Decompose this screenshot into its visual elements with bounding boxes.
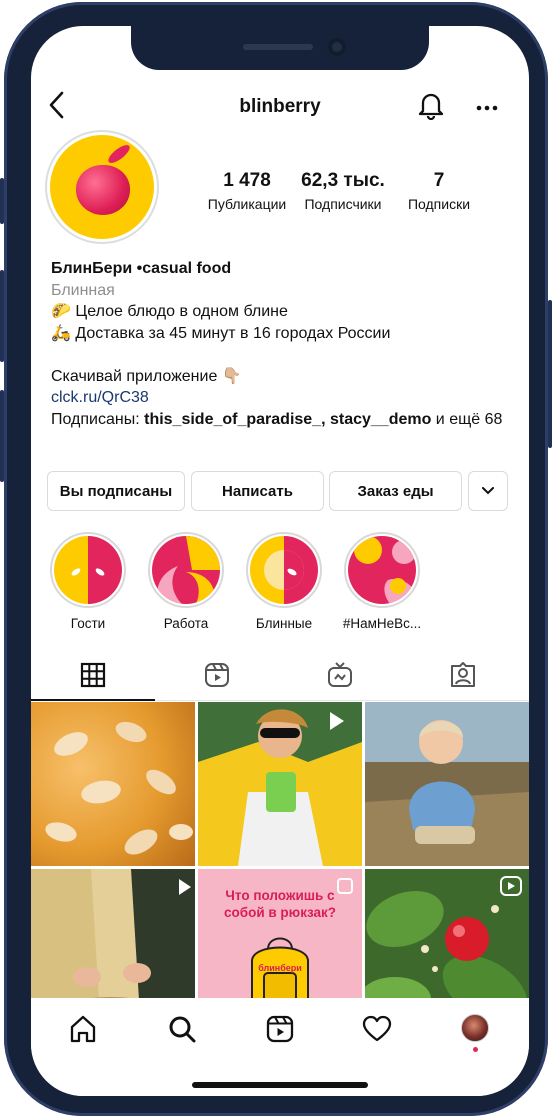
display-name: БлинБери •casual food [51, 260, 232, 277]
profile-header: blinberry [31, 86, 529, 126]
mute-switch [0, 178, 4, 224]
stat-label: Публикации [207, 196, 287, 212]
bio-line: 🌮 Целое блюдо в одном блине [51, 303, 288, 320]
order-food-button[interactable]: Заказ еды [329, 471, 462, 511]
followed-by-prefix: Подписаны: [51, 410, 145, 428]
highlight-ring [246, 532, 322, 608]
stat-posts[interactable]: 1 478 Публикации [201, 170, 293, 212]
stat-followers[interactable]: 62,3 тыс. Подписчики [293, 170, 393, 212]
bio-line: 🛵 Доставка за 45 минут в 16 городах Росс… [51, 324, 391, 342]
highlight-guests[interactable]: Гости [45, 532, 131, 631]
highlight-pancake-shops[interactable]: Блинные [241, 532, 327, 631]
stat-label: Подписчики [304, 196, 382, 212]
reels-nav-icon[interactable] [265, 1014, 295, 1044]
tagged-icon[interactable] [449, 661, 477, 689]
category: Блинная [51, 281, 115, 299]
stat-label: Подписки [407, 196, 471, 212]
phone-screen: blinberry 1 478 Публикации 62,3 тыс. Под… [31, 26, 529, 1096]
post-image [198, 702, 362, 866]
phone-frame: blinberry 1 478 Публикации 62,3 тыс. Под… [0, 2, 552, 1116]
post-tile[interactable] [31, 702, 195, 866]
highlight-work[interactable]: Работа [143, 532, 229, 631]
reels-icon[interactable] [203, 661, 231, 689]
logo-leaf [105, 142, 133, 166]
heart-icon[interactable] [362, 1014, 392, 1044]
chevron-down-icon [482, 487, 494, 495]
bio-line: Скачивай приложение 👇🏼 [51, 367, 242, 385]
profile-tabs [31, 651, 529, 701]
home-icon[interactable] [68, 1014, 98, 1044]
avatar-image [50, 135, 154, 239]
stat-value: 62,3 тыс. [301, 170, 385, 191]
grid-icon[interactable] [79, 661, 107, 689]
more-icon[interactable] [476, 92, 498, 118]
volume-down-button [0, 390, 4, 482]
home-indicator [192, 1082, 368, 1088]
suggestions-button[interactable] [468, 471, 508, 511]
highlight-label: Гости [70, 616, 106, 631]
post-tile[interactable] [365, 702, 529, 866]
volume-up-button [0, 270, 4, 362]
speaker [243, 44, 313, 50]
highlight-ring [344, 532, 420, 608]
highlight-cover [348, 536, 416, 604]
logo-apple [76, 165, 130, 215]
post-image [365, 702, 529, 866]
highlight-label: #НамНеВс... [342, 616, 422, 631]
post-tile[interactable] [198, 702, 362, 866]
highlight-ring [50, 532, 126, 608]
profile-avatar[interactable] [45, 130, 159, 244]
message-button[interactable]: Написать [191, 471, 324, 511]
highlight-label: Блинные [255, 616, 313, 631]
highlight-cover [152, 536, 220, 604]
profile-username: blinberry [239, 96, 321, 117]
stat-following[interactable]: 7 Подписки [395, 170, 483, 212]
front-camera [328, 38, 346, 56]
post-image [45, 721, 193, 855]
highlight-ring [148, 532, 224, 608]
stat-value: 7 [433, 170, 445, 191]
backpack-brand: блинбери [258, 963, 302, 973]
bio-spacer [51, 344, 521, 366]
power-button [548, 300, 552, 448]
bio-link[interactable]: clck.ru/QrC38 [51, 387, 521, 409]
followed-by[interactable]: Подписаны: this_side_of_paradise_, stacy… [51, 409, 521, 431]
active-tab-indicator [31, 699, 155, 701]
profile-avatar-icon[interactable] [461, 1014, 491, 1052]
bell-icon[interactable] [417, 90, 445, 121]
following-button[interactable]: Вы подписаны [47, 471, 185, 511]
stat-value: 1 478 [223, 170, 271, 191]
notch [131, 26, 429, 70]
highlight-hashtag[interactable]: #НамНеВс... [339, 532, 425, 631]
search-icon[interactable] [167, 1014, 197, 1044]
highlight-cover [250, 536, 318, 604]
followed-by-suffix: и ещё 68 [431, 410, 503, 428]
followed-by-names: this_side_of_paradise_, stacy__demo [144, 410, 432, 428]
profile-bio: БлинБери •casual food Блинная 🌮 Целое бл… [51, 258, 521, 430]
highlight-label: Работа [163, 616, 209, 631]
highlight-cover [54, 536, 122, 604]
igtv-icon[interactable] [326, 661, 354, 689]
